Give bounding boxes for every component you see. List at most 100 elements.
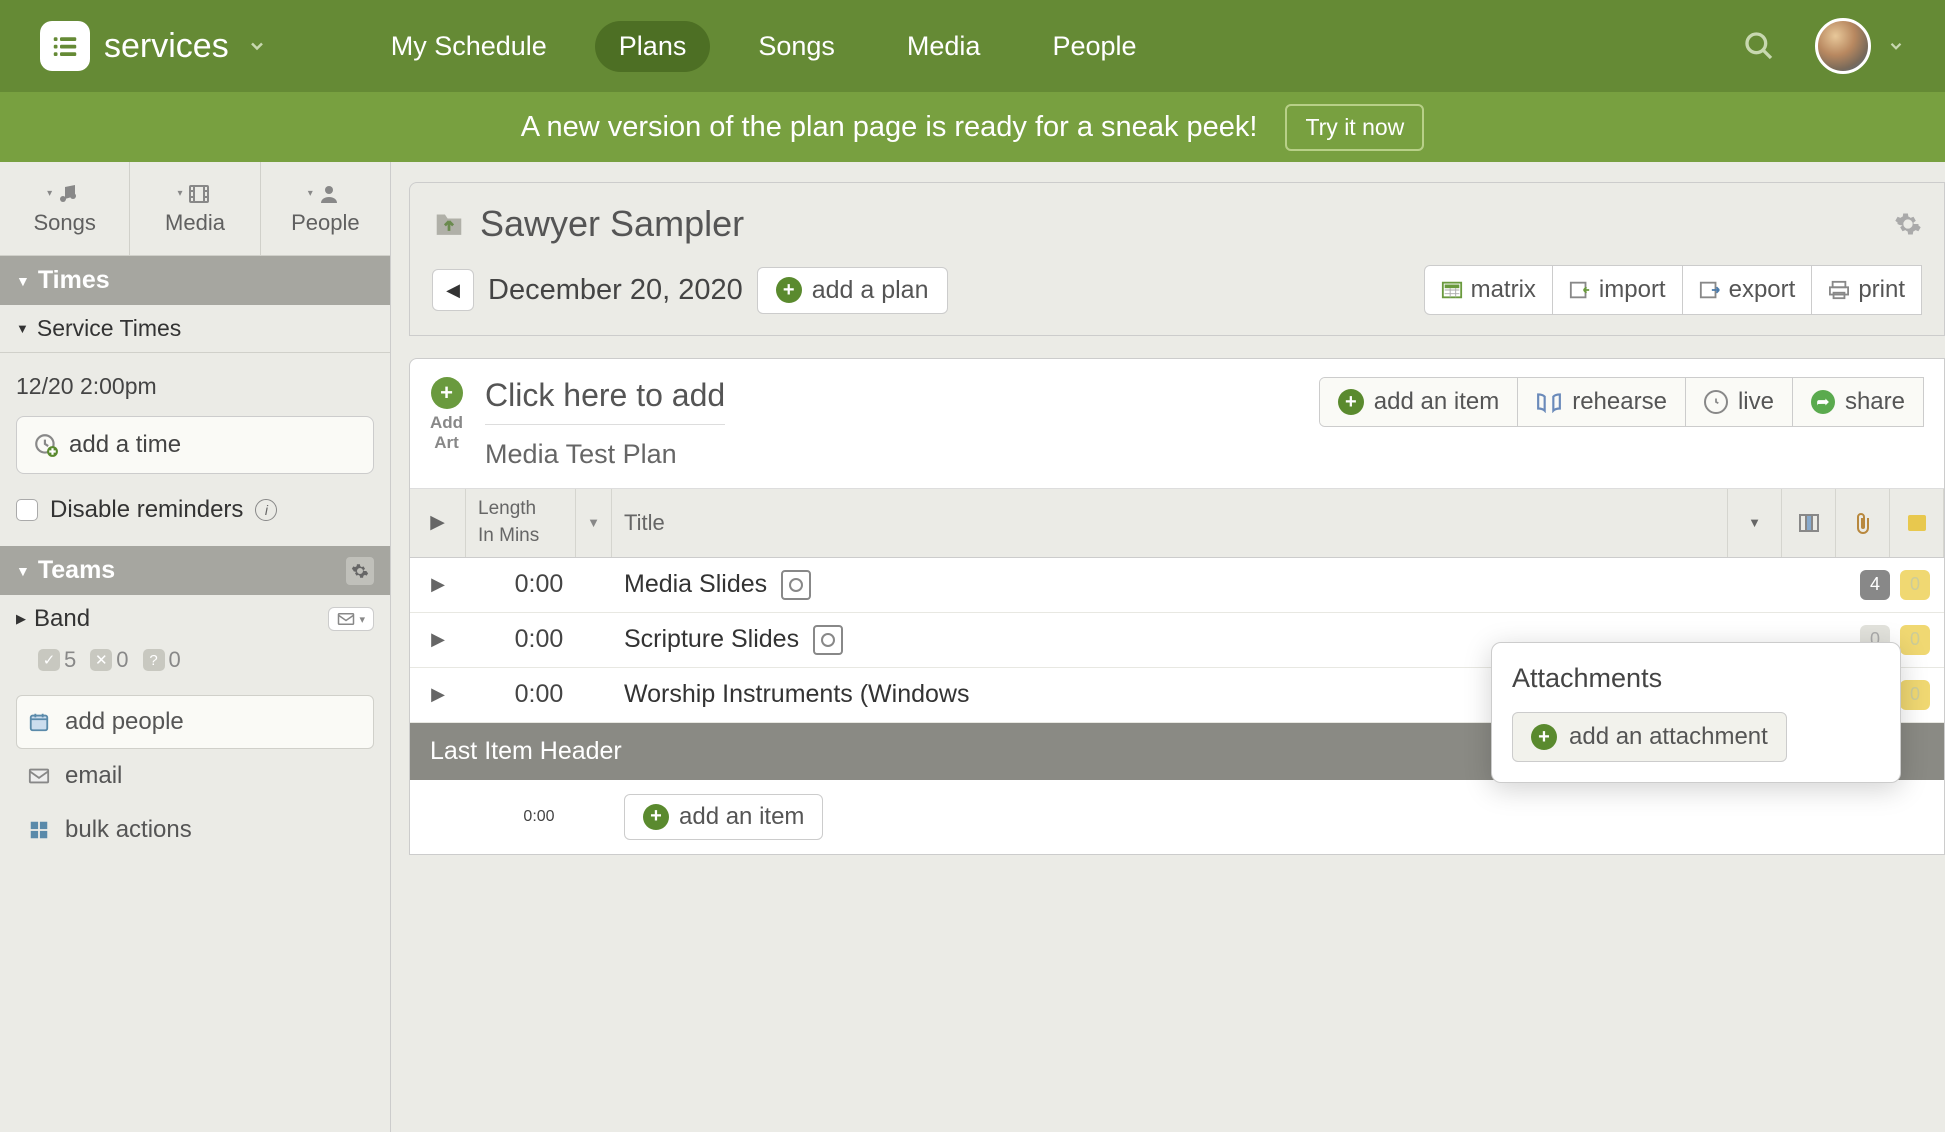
play-button[interactable]: ▶ [410, 684, 466, 705]
col-columns-toggle[interactable] [1782, 489, 1836, 557]
plus-circle-icon: + [431, 377, 463, 409]
export-icon [1699, 280, 1721, 300]
subsection-title: Service Times [37, 315, 181, 342]
button-label: matrix [1471, 276, 1536, 304]
button-label: add a plan [812, 276, 929, 305]
sidebar-tabs: ▾ Songs ▾ Media ▾ People [0, 162, 390, 256]
nav-media[interactable]: Media [883, 21, 1005, 72]
section-title: Times [38, 266, 110, 295]
nav-plans[interactable]: Plans [595, 21, 711, 72]
button-label: add an item [679, 803, 804, 831]
play-button[interactable]: ▶ [410, 574, 466, 595]
nav-songs[interactable]: Songs [734, 21, 859, 72]
note-count-badge[interactable]: 0 [1900, 570, 1930, 600]
person-icon [315, 182, 343, 206]
chevron-down-icon [1887, 37, 1905, 55]
matrix-button[interactable]: matrix [1424, 265, 1553, 315]
prev-plan-button[interactable]: ◀ [432, 269, 474, 311]
import-button[interactable]: import [1552, 265, 1683, 315]
button-label: add a time [69, 431, 181, 459]
export-button[interactable]: export [1682, 265, 1813, 315]
row-length: 0:00 [466, 808, 612, 826]
plan-title-input[interactable]: Click here to add [485, 377, 725, 425]
times-section-header[interactable]: ▼ Times [0, 256, 390, 305]
add-item-row-button[interactable]: + add an item [624, 794, 823, 840]
rehearse-button[interactable]: rehearse [1518, 378, 1686, 426]
page-settings-button[interactable] [1894, 210, 1922, 238]
button-label: rehearse [1572, 388, 1667, 416]
note-count-badge[interactable]: 0 [1900, 625, 1930, 655]
sidebar-tab-label: Songs [33, 210, 95, 236]
brand-name: services [104, 27, 229, 66]
folder-up-icon[interactable] [432, 209, 466, 239]
search-icon[interactable] [1743, 30, 1775, 62]
sidebar-tab-people[interactable]: ▾ People [261, 162, 390, 256]
team-mail-dropdown[interactable]: ▾ [328, 607, 374, 631]
add-item-button[interactable]: + add an item [1320, 378, 1518, 426]
col-label: Length [478, 499, 536, 520]
email-button[interactable]: email [16, 749, 374, 803]
col-length-sort[interactable]: ▼ [576, 489, 612, 557]
bulk-actions-button[interactable]: bulk actions [16, 803, 374, 857]
film-icon [185, 182, 213, 206]
col-notes[interactable] [1890, 489, 1944, 557]
music-note-icon [54, 182, 82, 206]
col-title-sort[interactable]: ▼ [1728, 489, 1782, 557]
attachment-count-badge[interactable]: 4 [1860, 570, 1890, 600]
chevron-down-icon [247, 36, 267, 56]
team-name: Band [34, 605, 90, 633]
button-label: export [1729, 276, 1796, 304]
plus-circle-icon: + [1338, 389, 1364, 415]
collapse-triangle-icon: ▼ [16, 321, 29, 336]
user-menu[interactable] [1815, 18, 1905, 74]
col-length[interactable]: Length In Mins [466, 489, 576, 557]
service-time-entry[interactable]: 12/20 2:00pm [16, 367, 374, 416]
nav-my-schedule[interactable]: My Schedule [367, 21, 571, 72]
service-times-header[interactable]: ▼ Service Times [0, 305, 390, 353]
brand-switcher[interactable]: services [40, 21, 267, 71]
plan-item-row[interactable]: ▶0:00Media Slides40 [410, 558, 1944, 613]
banner-text: A new version of the plan page is ready … [521, 111, 1258, 144]
nav-people[interactable]: People [1028, 21, 1160, 72]
add-attachment-button[interactable]: + add an attachment [1512, 712, 1787, 762]
item-label: add people [65, 708, 184, 736]
team-band-row[interactable]: ▶ Band ▾ [0, 595, 390, 643]
info-icon[interactable]: i [255, 499, 277, 521]
add-time-button[interactable]: add a time [16, 416, 374, 474]
add-art-button[interactable]: + Add Art [430, 377, 463, 453]
share-button[interactable]: ➦ share [1793, 378, 1923, 426]
print-button[interactable]: print [1811, 265, 1922, 315]
book-icon [1536, 391, 1562, 413]
disable-reminders-row: Disable reminders i [16, 474, 374, 532]
item-label: bulk actions [65, 816, 192, 844]
col-title[interactable]: Title [612, 489, 1728, 557]
plan-subtitle[interactable]: Media Test Plan [485, 425, 725, 470]
x-badge-icon: ✕ [90, 649, 112, 671]
count-declined: 0 [116, 647, 128, 673]
clock-icon [1704, 390, 1728, 414]
page-title: Sawyer Sampler [480, 203, 744, 245]
col-play: ▶ [410, 489, 466, 557]
col-label: In Mins [478, 526, 539, 547]
row-length: 0:00 [466, 625, 612, 654]
teams-settings-button[interactable] [346, 557, 374, 585]
play-button[interactable]: ▶ [410, 629, 466, 650]
add-people-button[interactable]: add people [16, 695, 374, 749]
expand-triangle-icon: ▶ [16, 611, 26, 627]
popover-title: Attachments [1512, 663, 1880, 694]
sidebar-tab-media[interactable]: ▾ Media [130, 162, 260, 256]
row-title: Media Slides [624, 570, 767, 599]
row-length: 0:00 [466, 680, 612, 709]
sidebar-tab-songs[interactable]: ▾ Songs [0, 162, 130, 256]
media-type-icon [781, 570, 811, 600]
disable-reminders-checkbox[interactable] [16, 499, 38, 521]
add-plan-button[interactable]: + add a plan [757, 267, 948, 314]
try-it-now-button[interactable]: Try it now [1285, 104, 1424, 151]
col-attachments[interactable] [1836, 489, 1890, 557]
teams-section-header[interactable]: ▼ Teams [0, 546, 390, 595]
sidebar-tab-label: People [291, 210, 360, 236]
share-icon: ➦ [1811, 390, 1835, 414]
plus-circle-icon: + [776, 277, 802, 303]
live-button[interactable]: live [1686, 378, 1793, 426]
chevron-down-icon: ▾ [359, 613, 365, 626]
